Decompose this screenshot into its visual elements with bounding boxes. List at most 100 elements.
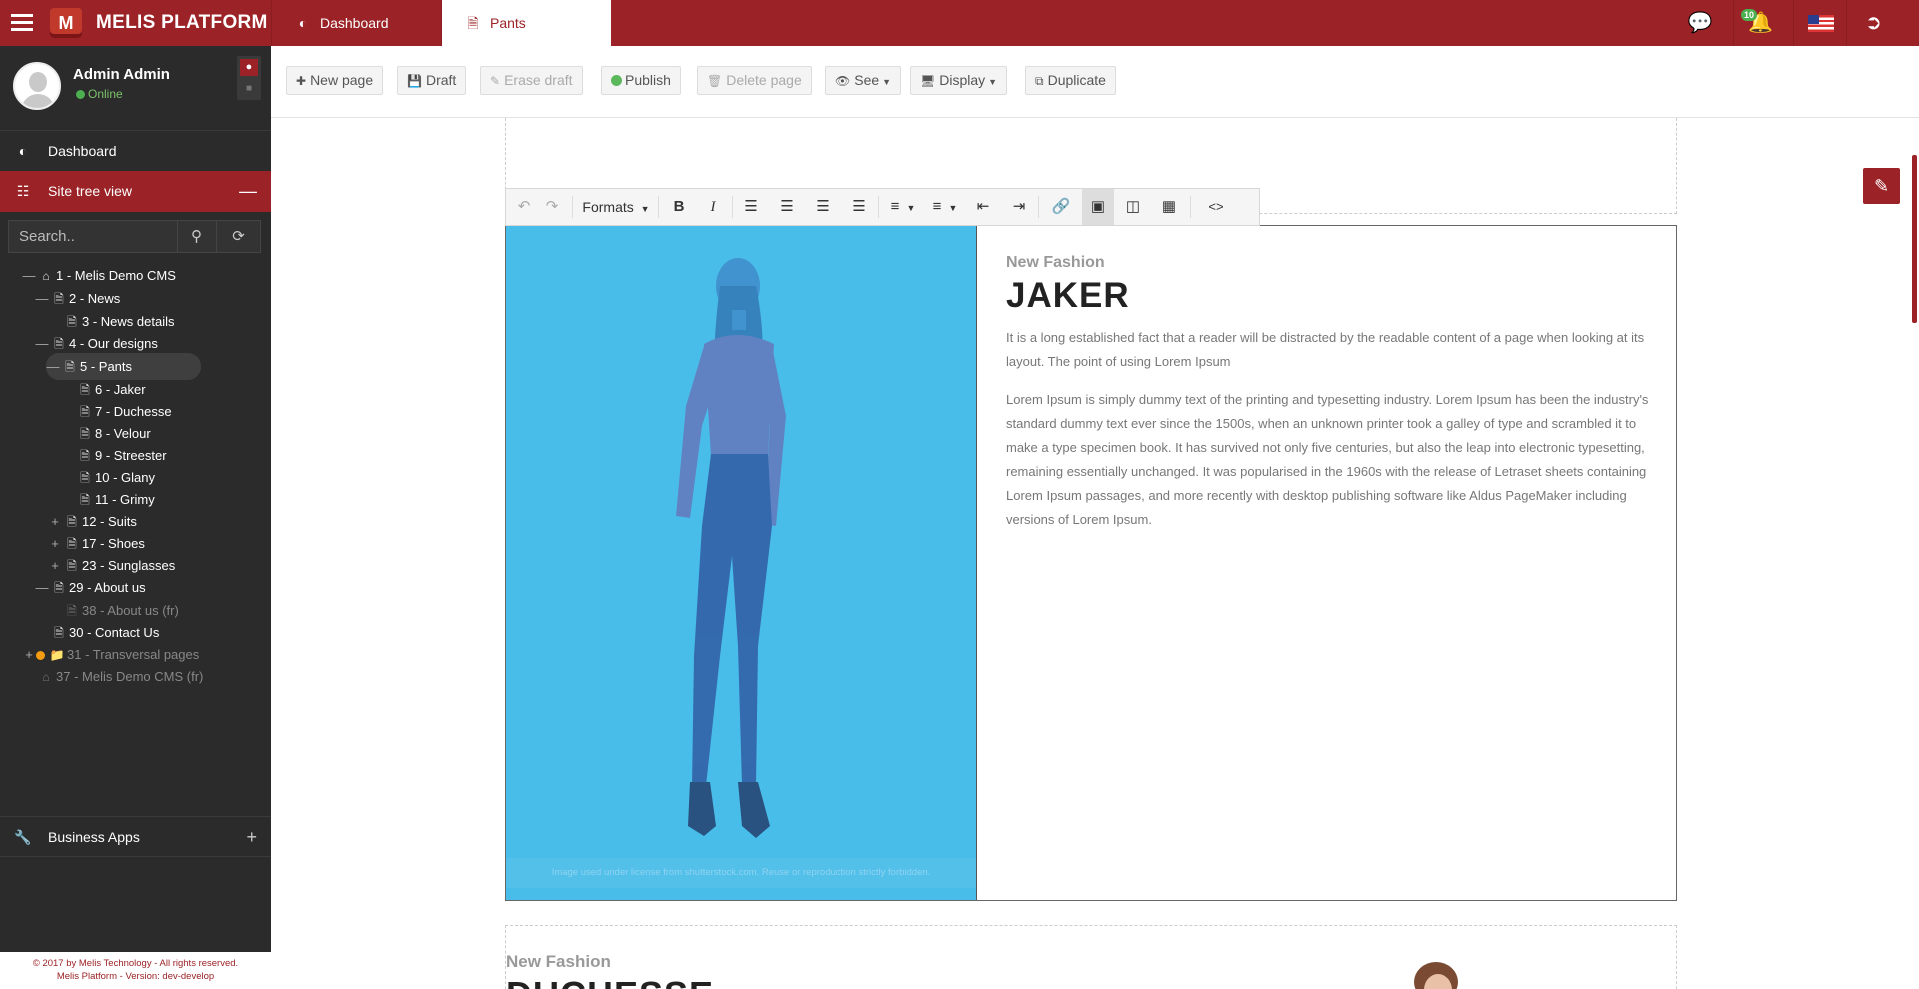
outdent-icon[interactable]: ⇤	[968, 189, 998, 225]
tree-node-label: 30 - Contact Us	[69, 625, 160, 640]
sidebar-item-business-apps[interactable]: 🔧 Business Apps +	[0, 816, 271, 857]
plugins-toggle-icon[interactable]: ✎	[1863, 168, 1900, 204]
formats-dropdown[interactable]: Formats ▼	[578, 189, 654, 225]
button-label: Delete page	[726, 72, 802, 88]
expand-icon[interactable]: +	[246, 817, 257, 858]
content-block[interactable]: New Fashion DUCHESSE	[505, 925, 1677, 989]
button-label: Display	[939, 72, 986, 88]
content-block[interactable]: Image used under license from shuttersto…	[505, 225, 1677, 901]
bullet-list-icon[interactable]: ≡ ▼	[882, 189, 924, 225]
collapse-icon[interactable]: —	[35, 285, 49, 312]
hamburger-menu-icon[interactable]	[8, 10, 38, 36]
formats-label: Formats	[582, 199, 634, 215]
italic-icon[interactable]: I	[698, 189, 728, 225]
caret-down-icon: ▼	[882, 77, 892, 87]
copy-icon: ⧉	[1035, 74, 1044, 88]
bell-icon[interactable]: 🔔	[1733, 0, 1787, 46]
button-label: New page	[310, 72, 374, 88]
button-label: See	[854, 72, 880, 88]
draft-button[interactable]: 💾 Draft	[397, 66, 467, 95]
sidebar-item-label: Dashboard	[48, 143, 117, 159]
media-icon[interactable]: ◫	[1118, 189, 1148, 225]
block-title: DUCHESSE	[506, 974, 714, 989]
align-left-icon[interactable]: ☰	[736, 189, 766, 225]
display-dropdown[interactable]: 🖥 Display ▼	[910, 66, 1008, 95]
tree-node-label: 17 - Shoes	[82, 536, 145, 551]
dashboard-icon: ◐	[18, 143, 28, 159]
undo-icon[interactable]: ↶	[510, 189, 538, 225]
tab-label: Dashboard	[320, 15, 389, 31]
collapse-icon[interactable]: —	[239, 171, 257, 212]
collapse-icon[interactable]: —	[22, 262, 36, 289]
toolbar-divider	[732, 196, 733, 218]
button-label: Duplicate	[1047, 72, 1106, 88]
eraser-icon: ✎	[490, 74, 501, 88]
toolbar-divider	[658, 196, 659, 218]
collapse-icon[interactable]: —	[35, 574, 49, 601]
tree-node-label: 10 - Glany	[95, 470, 155, 485]
tree-node-label: 2 - News	[69, 291, 121, 306]
table-icon[interactable]: ▦	[1154, 189, 1184, 225]
sidebar: Admin Admin Online ● ■ ◐ Dashboard ☷ Sit…	[0, 46, 271, 989]
text-content[interactable]: New Fashion JAKER It is a long establish…	[976, 226, 1676, 900]
notification-count-badge: 10	[1741, 9, 1758, 21]
delete-page-button[interactable]: 🗑 Delete page	[697, 66, 812, 95]
lock-icon[interactable]: ■	[240, 80, 258, 97]
main-area: ✚ New page 💾 Draft ✎ Erase draft Publish 🗑 D…	[271, 46, 1919, 989]
duplicate-button[interactable]: ⧉ Duplicate	[1025, 66, 1116, 95]
wrench-icon: 🔧	[14, 829, 32, 845]
see-dropdown[interactable]: 👁 See ▼	[825, 66, 902, 95]
sidebar-item-site-tree[interactable]: ☷ Site tree view —	[0, 171, 271, 212]
collapse-icon[interactable]: —	[46, 353, 60, 380]
link-icon[interactable]: 🔗	[1046, 189, 1076, 225]
page-preview: Image used under license from shuttersto…	[271, 118, 1911, 989]
intro-paragraph: It is a long established fact that a rea…	[1006, 330, 1645, 369]
redo-icon[interactable]: ↷	[538, 189, 566, 225]
chat-icon[interactable]: 💬	[1673, 0, 1727, 46]
tree-node-label: 23 - Sunglasses	[82, 558, 176, 573]
tree-search-box: ⚲ ⟳	[8, 220, 261, 253]
caret-down-icon: ▼	[988, 77, 998, 87]
user-profile-icon[interactable]: ●	[240, 59, 258, 76]
indent-icon[interactable]: ⇥	[1004, 189, 1034, 225]
erase-draft-button[interactable]: ✎ Erase draft	[480, 66, 583, 95]
sitemap-icon: ☷	[16, 183, 30, 199]
align-center-icon[interactable]: ☰	[772, 189, 802, 225]
scrollbar[interactable]	[1912, 155, 1917, 323]
align-right-icon[interactable]: ☰	[808, 189, 838, 225]
search-icon[interactable]: ⚲	[177, 221, 215, 252]
save-icon: 💾	[407, 74, 422, 88]
new-page-button[interactable]: ✚ New page	[286, 66, 384, 95]
tree-node[interactable]: ⌂ 37 - Melis Demo CMS (fr)	[22, 663, 203, 690]
tree-node-label: 8 - Velour	[95, 426, 151, 441]
user-panel: Admin Admin Online ● ■	[0, 46, 271, 132]
tree-node-label: 7 - Duchesse	[95, 404, 172, 419]
tree-search-input[interactable]	[9, 221, 176, 252]
trash-icon: 🗑	[707, 74, 723, 88]
logout-icon[interactable]: ➲	[1846, 0, 1900, 46]
us-flag-icon[interactable]	[1793, 0, 1847, 46]
sidebar-item-dashboard[interactable]: ◐ Dashboard	[0, 130, 271, 171]
align-justify-icon[interactable]: ☰	[844, 189, 874, 225]
tree-node-label: 1 - Melis Demo CMS	[56, 268, 176, 283]
image-icon[interactable]: ▣	[1082, 189, 1114, 225]
sidebar-item-label: Site tree view	[48, 183, 133, 199]
body-paragraph: Lorem Ipsum is simply dummy text of the …	[1006, 392, 1649, 527]
numbered-list-icon[interactable]: ≡ ▼	[924, 189, 966, 225]
bold-icon[interactable]: B	[664, 189, 694, 225]
tree-node-label: 38 - About us (fr)	[82, 603, 179, 618]
code-icon[interactable]: <>	[1196, 189, 1236, 225]
button-label: Draft	[425, 72, 457, 88]
button-label: Erase draft	[504, 72, 573, 88]
image-license-caption: Image used under license from shuttersto…	[506, 858, 976, 888]
tab-pants[interactable]: 🗎 Pants	[442, 0, 611, 46]
tree-node-label: 4 - Our designs	[69, 336, 158, 351]
publish-button[interactable]: Publish	[601, 66, 681, 95]
model-photo	[676, 258, 786, 838]
tab-dashboard[interactable]: ◐ Dashboard	[271, 0, 442, 46]
refresh-icon[interactable]: ⟳	[216, 221, 260, 252]
avatar[interactable]	[13, 62, 61, 110]
sidebar-item-label: Business Apps	[48, 829, 140, 845]
product-image[interactable]: Image used under license from shuttersto…	[506, 226, 976, 900]
plus-icon: ✚	[296, 74, 307, 88]
